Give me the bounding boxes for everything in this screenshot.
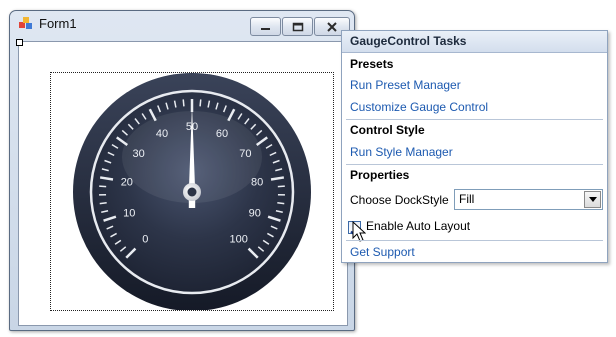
divider	[346, 119, 603, 120]
section-control-style-title: Control Style	[350, 123, 425, 137]
form-client-area[interactable]: 0102030405060708090100	[16, 38, 355, 326]
gauge-scale-label: 10	[123, 207, 135, 219]
gauge-scale-label: 100	[229, 234, 247, 246]
get-support-link[interactable]: Get Support	[350, 245, 415, 259]
divider	[346, 164, 603, 165]
gauge-scale-label: 90	[249, 207, 261, 219]
minimize-button[interactable]	[250, 17, 281, 36]
gauge-scale-label: 80	[251, 177, 263, 189]
dropdown-arrow-icon	[588, 197, 597, 202]
gauge-dial: 0102030405060708090100	[73, 73, 311, 310]
close-icon	[327, 21, 337, 32]
gauge-minor-tick	[199, 99, 202, 107]
resize-handle[interactable]	[16, 39, 23, 46]
gauge-minor-tick	[182, 99, 185, 107]
gauge-scale-label: 70	[239, 148, 251, 160]
run-preset-manager-link[interactable]: Run Preset Manager	[350, 78, 461, 92]
section-presets-title: Presets	[350, 57, 394, 71]
maximize-icon	[292, 22, 303, 31]
maximize-button[interactable]	[282, 17, 313, 36]
run-style-manager-link[interactable]: Run Style Manager	[350, 145, 453, 159]
minimize-icon	[260, 27, 270, 30]
customize-gauge-control-link[interactable]: Customize Gauge Control	[350, 100, 488, 114]
gauge-minor-tick	[277, 202, 285, 205]
dock-style-label: Choose DockStyle	[350, 193, 449, 207]
tasks-title: GaugeControl Tasks	[350, 34, 467, 48]
gauge-tasks-panel: GaugeControl Tasks Presets Run Preset Ma…	[341, 30, 608, 263]
enable-auto-layout-label: Enable Auto Layout	[366, 219, 471, 233]
gauge-scale-label: 40	[156, 128, 168, 140]
form-title: Form1	[39, 16, 77, 31]
gauge-scale-label: 20	[121, 177, 133, 189]
dock-style-value: Fill	[459, 192, 475, 206]
gauge-scale-label: 30	[132, 148, 144, 160]
form-titlebar[interactable]: Form1	[10, 11, 354, 37]
gauge-minor-tick	[99, 202, 107, 205]
gauge-scale-label: 0	[142, 234, 148, 246]
form-app-icon	[19, 17, 32, 29]
form-window: Form1 0 10 20 30 40 60 70 80 90 100	[9, 10, 355, 331]
tasks-header: GaugeControl Tasks	[342, 31, 607, 53]
gauge-hub-center	[187, 187, 197, 197]
gauge-control[interactable]: 0102030405060708090100	[50, 72, 334, 311]
dock-style-select[interactable]: Fill	[454, 189, 603, 210]
section-properties-title: Properties	[350, 168, 410, 182]
divider	[346, 240, 603, 241]
gauge-scale-label: 60	[216, 128, 228, 140]
dock-style-dropdown-button[interactable]	[584, 191, 601, 208]
